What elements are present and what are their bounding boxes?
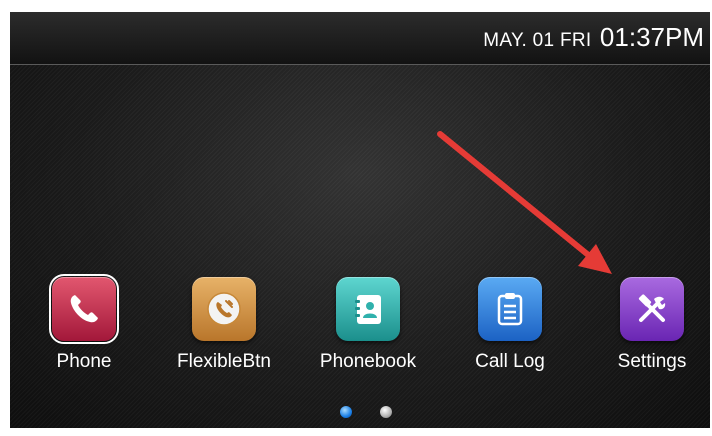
app-label-flexiblebtn: FlexibleBtn (177, 351, 271, 372)
date-label: MAY. 01 FRI (483, 30, 592, 51)
phone-handset-icon[interactable] (49, 274, 119, 344)
app-label-call-log: Call Log (475, 351, 545, 372)
phone-screen: MAY. 01 FRI 01:37PM Phone FlexibleBtn Ph… (10, 12, 710, 428)
app-phonebook[interactable]: Phonebook (298, 277, 438, 377)
clock: MAY. 01 FRI 01:37PM (483, 22, 704, 53)
app-flexiblebtn[interactable]: FlexibleBtn (154, 277, 294, 377)
status-bar: MAY. 01 FRI 01:37PM (10, 12, 710, 65)
call-log-clipboard-icon[interactable] (478, 277, 542, 341)
home-screen: Phone FlexibleBtn Phonebook Call Log Set… (10, 65, 710, 428)
tools-wrench-hammer-icon[interactable] (620, 277, 684, 341)
app-label-settings: Settings (617, 351, 687, 372)
page-indicator (10, 406, 710, 420)
app-label-phone: Phone (56, 351, 112, 372)
flexible-button-icon[interactable] (192, 277, 256, 341)
app-label-phonebook: Phonebook (319, 351, 417, 372)
app-launcher: Phone FlexibleBtn Phonebook Call Log Set… (10, 274, 710, 377)
app-settings[interactable]: Settings (582, 277, 710, 377)
app-call-log[interactable]: Call Log (440, 277, 580, 377)
page-dot-active[interactable] (340, 406, 352, 418)
page-dot-inactive[interactable] (380, 406, 392, 418)
time-label: 01:37PM (599, 22, 704, 52)
app-phone[interactable]: Phone (14, 274, 154, 377)
contact-book-icon[interactable] (336, 277, 400, 341)
